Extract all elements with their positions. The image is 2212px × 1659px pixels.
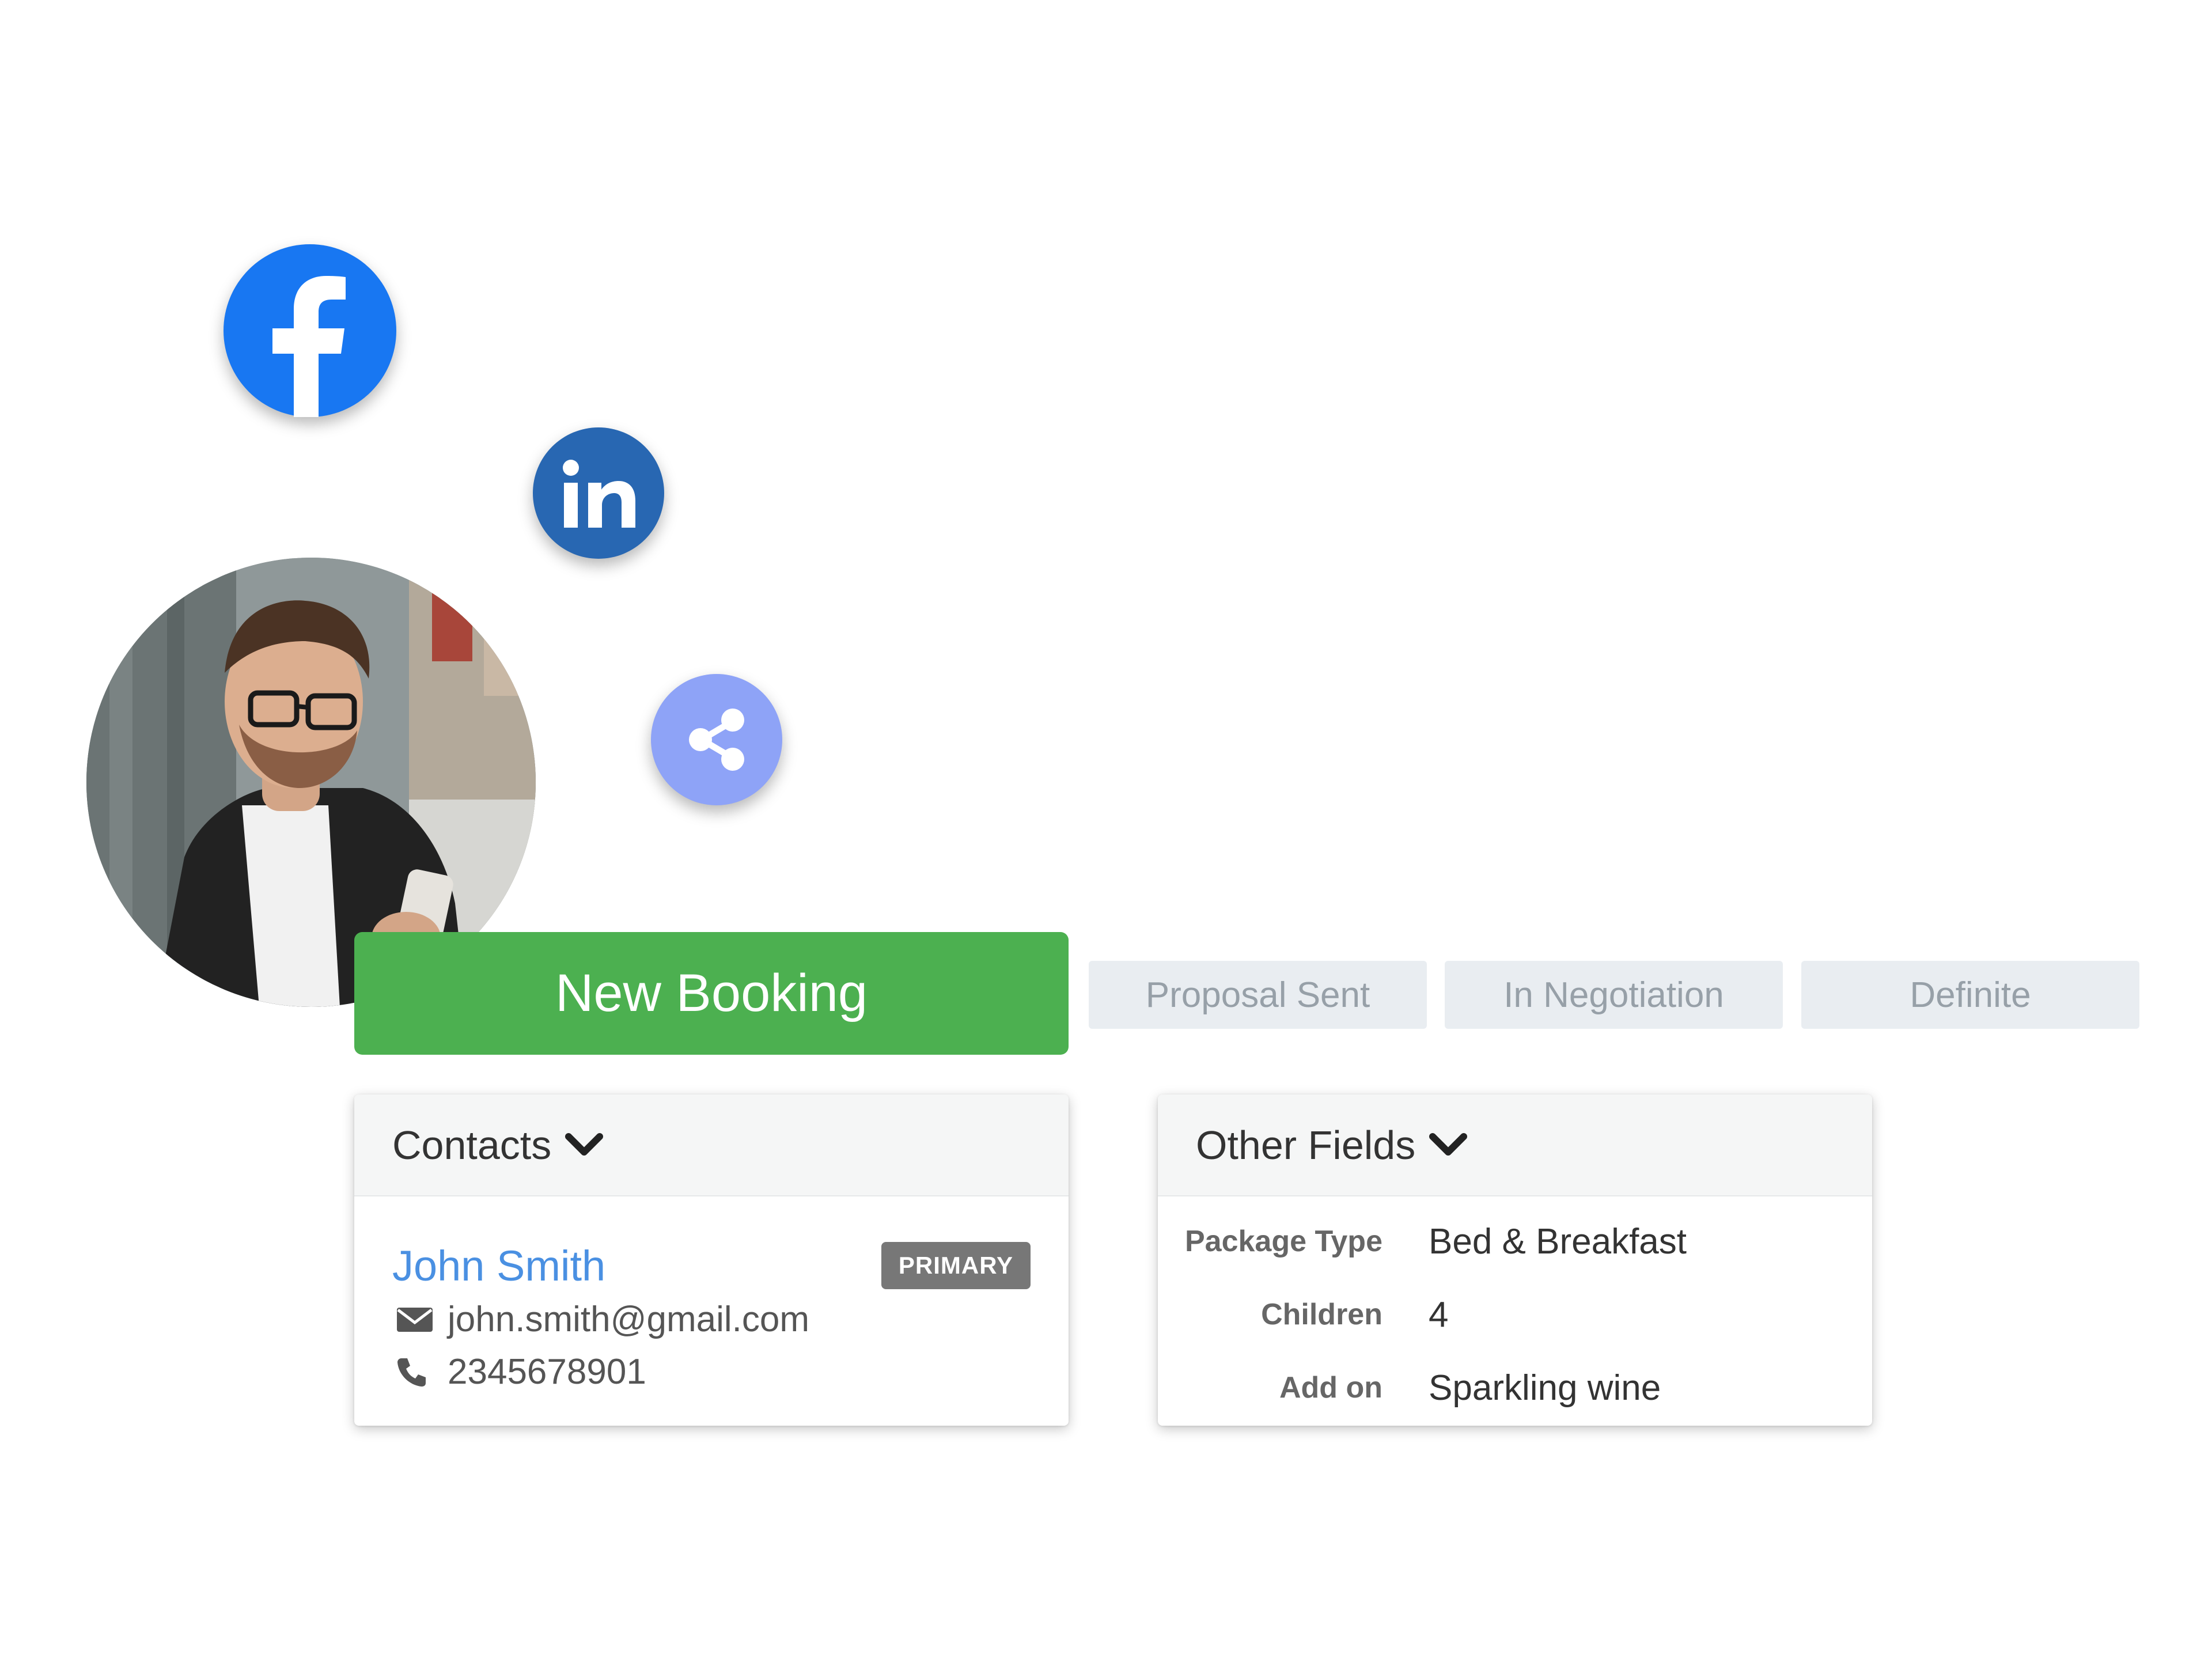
stage-proposal-sent[interactable]: Proposal Sent — [1089, 961, 1427, 1029]
field-label-add-on: Add on — [1279, 1371, 1382, 1404]
other-fields-header[interactable]: Other Fields — [1158, 1094, 1872, 1196]
linkedin-logo-icon — [563, 460, 635, 528]
contact-name-link[interactable]: John Smith — [392, 1241, 605, 1290]
share-glyph-icon — [689, 709, 744, 771]
field-label-children: Children — [1261, 1298, 1382, 1331]
phone-row: 2345678901 — [396, 1351, 646, 1392]
stage-definite[interactable]: Definite — [1801, 961, 2139, 1029]
field-label-package-type: Package Type — [1184, 1225, 1382, 1258]
contact-phone[interactable]: 2345678901 — [448, 1351, 646, 1392]
other-fields-card: Other Fields Package Type Bed & Breakfas… — [1158, 1094, 1872, 1426]
contacts-card: Contacts John Smith PRIMARY john.smith@g… — [354, 1094, 1069, 1426]
field-value-children: 4 — [1429, 1295, 1449, 1335]
stage-new-booking[interactable]: New Booking — [354, 932, 1069, 1055]
field-value-add-on: Sparkling wine — [1429, 1368, 1661, 1408]
field-value-package-type: Bed & Breakfast — [1429, 1222, 1687, 1262]
facebook-logo-icon — [272, 276, 346, 417]
email-row: john.smith@gmail.com — [396, 1299, 809, 1340]
other-fields-title: Other Fields — [1196, 1122, 1416, 1168]
stage-in-negotiation[interactable]: In Negotiation — [1445, 961, 1783, 1029]
contacts-title: Contacts — [392, 1122, 552, 1168]
contact-email[interactable]: john.smith@gmail.com — [448, 1299, 809, 1340]
share-icon[interactable] — [651, 674, 782, 805]
facebook-icon[interactable] — [224, 244, 396, 417]
linkedin-icon[interactable] — [533, 427, 664, 559]
contacts-header[interactable]: Contacts — [354, 1094, 1069, 1196]
primary-badge: PRIMARY — [881, 1242, 1031, 1289]
envelope-icon — [396, 1305, 436, 1334]
phone-icon — [396, 1356, 436, 1388]
chevron-down-icon[interactable] — [564, 1131, 604, 1160]
chevron-down-icon[interactable] — [1428, 1131, 1468, 1160]
